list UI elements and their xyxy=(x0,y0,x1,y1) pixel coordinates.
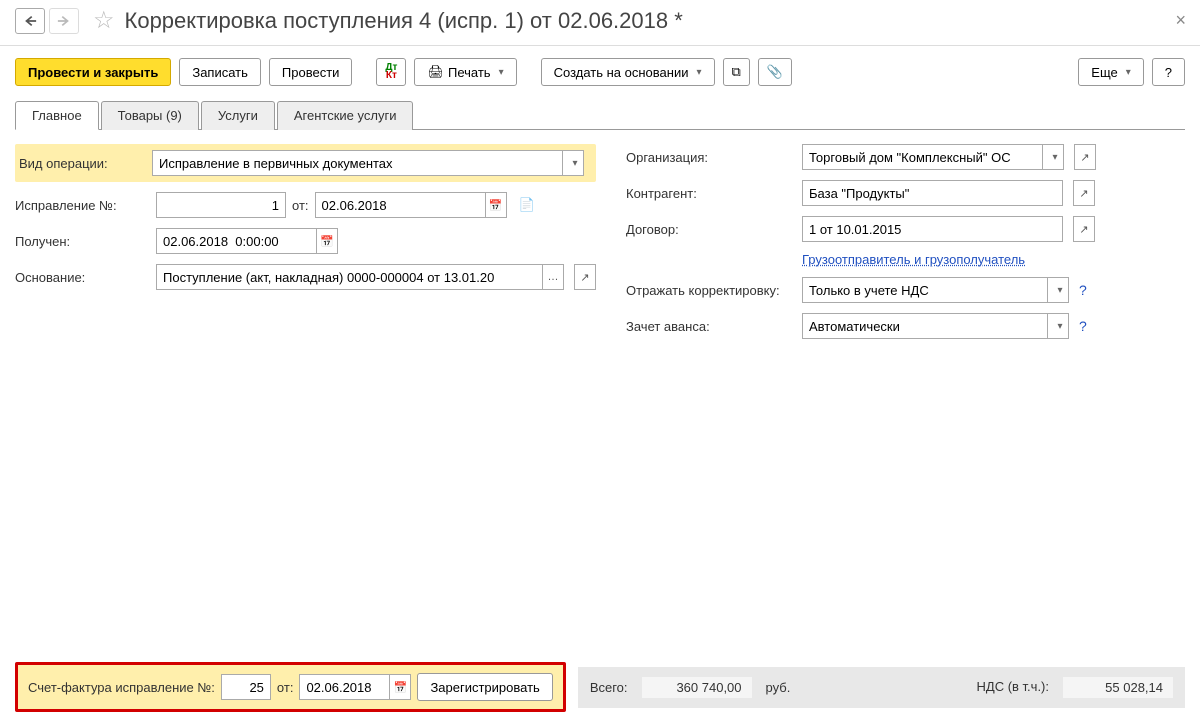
operation-type-row: Вид операции: xyxy=(15,144,596,182)
register-button[interactable]: Зарегистрировать xyxy=(417,673,552,701)
tab-services[interactable]: Услуги xyxy=(201,101,275,130)
create-from-button[interactable]: Создать на основании xyxy=(541,58,715,86)
paperclip-icon: 📎 xyxy=(767,64,783,80)
movements-button[interactable]: ДтКт xyxy=(376,58,406,86)
help-button[interactable]: ? xyxy=(1152,58,1185,86)
basis-field[interactable] xyxy=(156,264,542,290)
calendar-icon[interactable]: 📅 xyxy=(316,228,338,254)
contract-field[interactable] xyxy=(802,216,1063,242)
reflect-field[interactable] xyxy=(802,277,1047,303)
page-title: Корректировка поступления 4 (испр. 1) от… xyxy=(125,8,683,34)
close-icon[interactable]: × xyxy=(1175,10,1186,31)
structure-button[interactable]: ⧉ xyxy=(723,58,750,86)
print-button[interactable]: 🖨 Печать xyxy=(414,58,516,86)
help-icon[interactable]: ? xyxy=(1079,318,1087,334)
operation-type-field[interactable] xyxy=(152,150,562,176)
from-label: от: xyxy=(292,198,309,213)
help-icon[interactable]: ? xyxy=(1079,282,1087,298)
open-basis-icon[interactable]: ↗ xyxy=(574,264,596,290)
invoice-no-field[interactable] xyxy=(221,674,271,700)
operation-type-dropdown[interactable] xyxy=(562,150,584,176)
correction-no-label: Исправление №: xyxy=(15,198,150,213)
calendar-icon[interactable]: 📅 xyxy=(389,674,411,700)
basis-label: Основание: xyxy=(15,270,150,285)
structure-icon: ⧉ xyxy=(732,64,741,80)
contract-label: Договор: xyxy=(626,222,796,237)
organization-label: Организация: xyxy=(626,150,796,165)
back-button[interactable] xyxy=(15,8,45,34)
shipper-consignee-link[interactable]: Грузоотправитель и грузополучатель xyxy=(802,252,1025,267)
total-label: Всего: xyxy=(590,680,628,695)
correction-date-field[interactable] xyxy=(315,192,485,218)
contragent-label: Контрагент: xyxy=(626,186,796,201)
open-contragent-icon[interactable]: ↗ xyxy=(1073,180,1095,206)
invoice-correction-box: Счет-фактура исправление №: от: 📅 Зареги… xyxy=(15,662,566,712)
attachments-button[interactable]: 📎 xyxy=(758,58,792,86)
organization-field[interactable] xyxy=(802,144,1042,170)
post-button[interactable]: Провести xyxy=(269,58,353,86)
invoice-from-label: от: xyxy=(277,680,294,695)
tab-agent-services[interactable]: Агентские услуги xyxy=(277,101,414,130)
vat-label: НДС (в т.ч.): xyxy=(977,680,1050,694)
ellipsis-icon[interactable]: … xyxy=(542,264,564,290)
total-value: 360 740,00 xyxy=(642,677,752,698)
received-label: Получен: xyxy=(15,234,150,249)
open-contract-icon[interactable]: ↗ xyxy=(1073,216,1095,242)
reflect-dropdown[interactable] xyxy=(1047,277,1069,303)
invoice-date-field[interactable] xyxy=(299,674,389,700)
advance-label: Зачет аванса: xyxy=(626,319,796,334)
correction-no-field[interactable] xyxy=(156,192,286,218)
totals-panel: Всего: 360 740,00 руб. НДС (в т.ч.): 55 … xyxy=(578,667,1185,708)
tab-main[interactable]: Главное xyxy=(15,101,99,130)
organization-dropdown[interactable] xyxy=(1042,144,1064,170)
received-field[interactable] xyxy=(156,228,316,254)
post-and-close-button[interactable]: Провести и закрыть xyxy=(15,58,171,86)
calendar-icon[interactable]: 📅 xyxy=(485,192,507,218)
vat-value: 55 028,14 xyxy=(1063,677,1173,698)
more-button[interactable]: Еще xyxy=(1078,58,1143,86)
forward-button[interactable] xyxy=(49,8,79,34)
open-organization-icon[interactable]: ↗ xyxy=(1074,144,1096,170)
advance-field[interactable] xyxy=(802,313,1047,339)
favorite-star-icon[interactable]: ☆ xyxy=(93,6,115,35)
invoice-correction-label: Счет-фактура исправление №: xyxy=(28,680,215,695)
save-button[interactable]: Записать xyxy=(179,58,261,86)
dtkt-icon: ДтКт xyxy=(385,64,397,80)
operation-type-label: Вид операции: xyxy=(19,156,146,171)
reflect-label: Отражать корректировку: xyxy=(626,283,796,298)
currency-label: руб. xyxy=(766,680,791,695)
printer-icon: 🖨 xyxy=(427,64,444,80)
contragent-field[interactable] xyxy=(802,180,1063,206)
add-icon[interactable]: 📄 xyxy=(519,197,535,213)
tab-goods[interactable]: Товары (9) xyxy=(101,101,199,130)
advance-dropdown[interactable] xyxy=(1047,313,1069,339)
